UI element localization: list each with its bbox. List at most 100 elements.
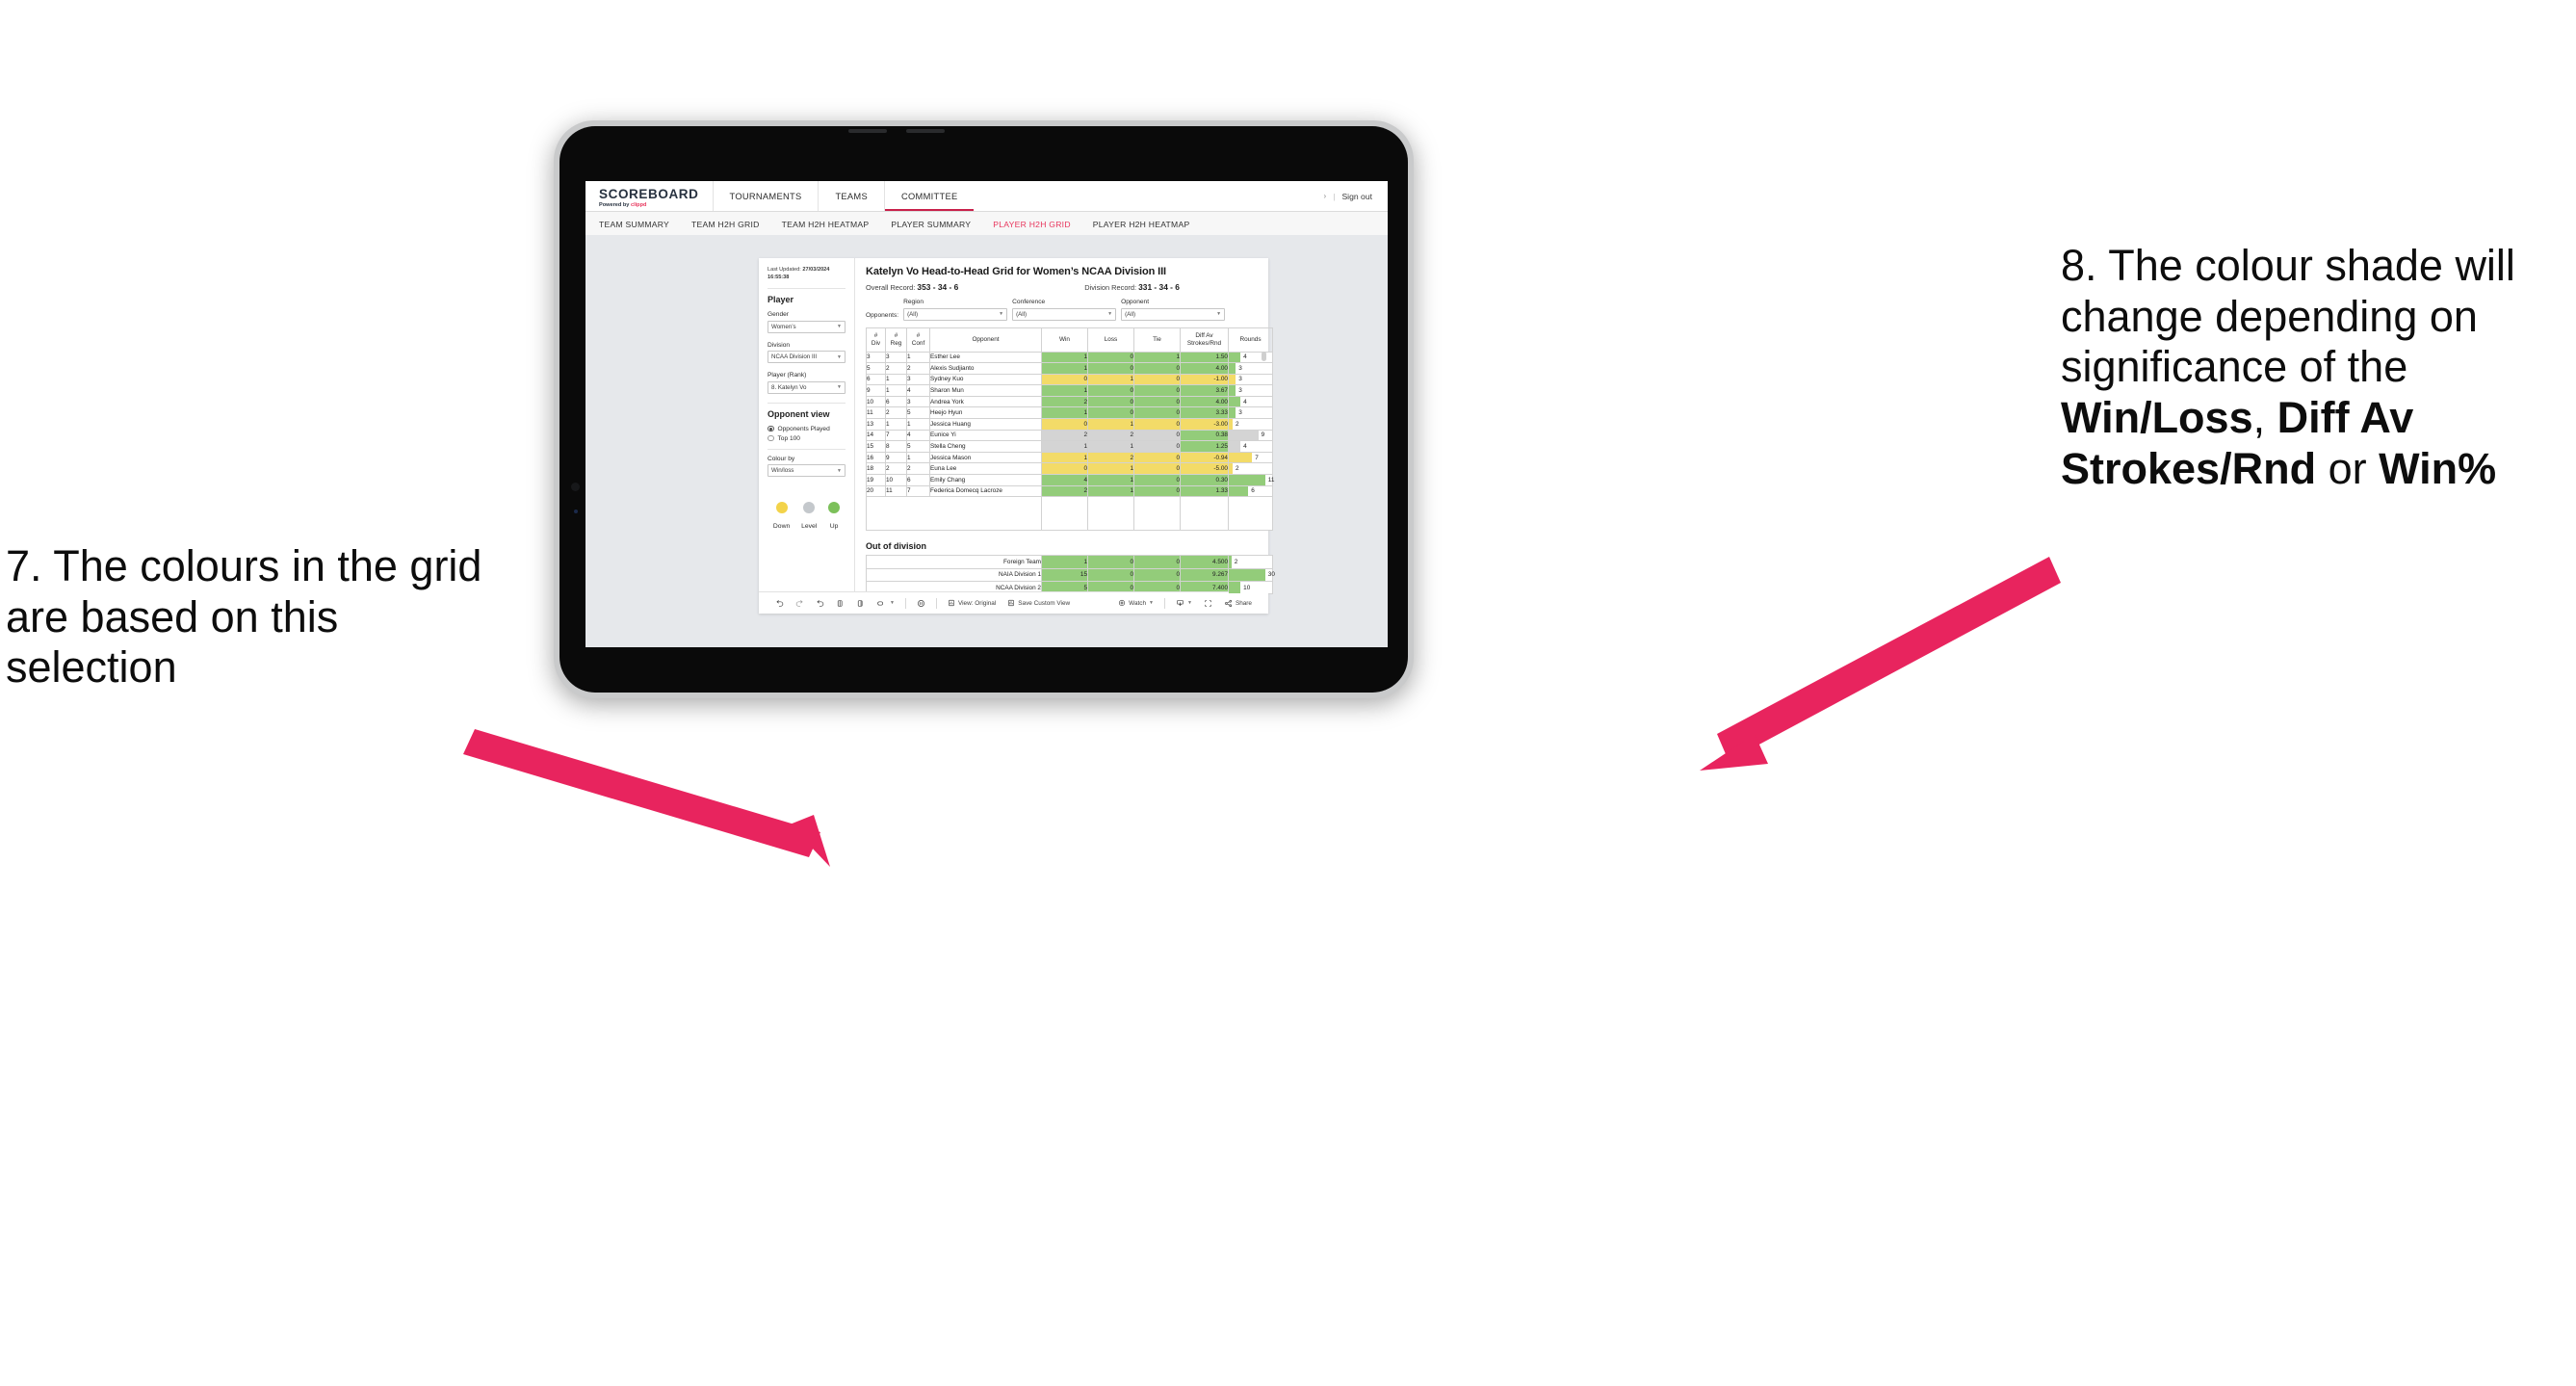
pause-refresh-button[interactable]	[911, 599, 931, 608]
col-loss[interactable]: Loss	[1087, 327, 1134, 353]
view-original-button[interactable]: View: Original	[942, 599, 1002, 607]
region-value: (All)	[907, 310, 919, 318]
cell-ood-loss: 0	[1087, 567, 1134, 583]
overall-record-value: 353 - 34 - 6	[917, 282, 959, 292]
cell-ood-win: 15	[1041, 567, 1088, 583]
top-nav-committee[interactable]: COMMITTEE	[883, 181, 975, 211]
col-opponent[interactable]: Opponent	[929, 327, 1042, 353]
cell-loss: 2	[1087, 451, 1134, 464]
top-nav-teams[interactable]: TEAMS	[818, 181, 884, 211]
share-button[interactable]: Share	[1218, 599, 1258, 608]
highlight-button[interactable]: ▼	[871, 599, 900, 608]
cell-win: 2	[1041, 484, 1088, 498]
save-custom-view-button[interactable]: Save Custom View	[1002, 599, 1076, 607]
cell-div: 13	[866, 418, 886, 431]
gender-select[interactable]: Women’s ▼	[768, 320, 846, 333]
table-row[interactable]: 11 2 5 Heejo Hyun 1 0 0 3.33 3	[866, 406, 1273, 420]
pause-button[interactable]	[850, 599, 871, 608]
table-row[interactable]: 13 1 1 Jessica Huang 0 1 0 -3.00 2	[866, 418, 1273, 431]
conference-filter: Conference (All) ▼	[1012, 299, 1117, 321]
cell-rounds: 6	[1228, 484, 1273, 498]
table-row[interactable]: 19 10 6 Emily Chang 4 1 0 0.30 11	[866, 474, 1274, 486]
cell-diff: 1.50	[1180, 351, 1229, 364]
col-reg[interactable]: # Reg	[885, 327, 907, 353]
refresh-button[interactable]	[830, 599, 850, 608]
cell-tie: 0	[1133, 451, 1181, 464]
table-row[interactable]: 20 11 7 Federica Domecq Lacroze 2 1 0 1.33 6	[866, 484, 1273, 498]
toolbar-divider-2	[935, 597, 937, 609]
table-row[interactable]: 6 1 3 Sydney Kuo 0 1 0 -1.00 3	[866, 373, 1273, 386]
cell-tie: 0	[1133, 395, 1181, 408]
cell-div: 3	[866, 351, 886, 364]
cell-div: 15	[866, 440, 886, 453]
table-row[interactable]: 5 2 2 Alexis Sudjianto 1 0 0 4.00 3	[866, 362, 1273, 375]
subnav-player-h2h-heatmap[interactable]: PLAYER H2H HEATMAP	[1093, 220, 1190, 229]
app-header: SCOREBOARD Powered by clippd TOURNAMENTS…	[585, 181, 1388, 211]
col-div[interactable]: # Div	[866, 327, 886, 353]
subnav-team-h2h-grid[interactable]: TEAM H2H GRID	[691, 220, 760, 229]
subnav-team-h2h-heatmap[interactable]: TEAM H2H HEATMAP	[782, 220, 870, 229]
watch-label: Watch	[1129, 599, 1147, 607]
cell-div: 9	[866, 384, 886, 397]
annotation-right-mid-2: or	[2316, 443, 2380, 493]
visualization-body: Last Updated: 27/03/2024 16:55:38 Player…	[759, 258, 1275, 595]
cell-loss: 2	[1087, 429, 1134, 442]
undo-button[interactable]	[769, 599, 790, 608]
h2h-grid-body: 3 3 1 Esther Lee 1 0 1 1.50 4 5 2 2 Alexis Sudjianto…	[866, 351, 1274, 532]
revert-button[interactable]	[810, 599, 830, 608]
radio-opponents-played[interactable]: Opponents Played	[768, 426, 846, 432]
subnav-player-h2h-grid[interactable]: PLAYER H2H GRID	[993, 220, 1070, 229]
region-filter: Region (All) ▼	[903, 299, 1008, 321]
table-row[interactable]: 15 8 5 Stella Cheng 1 1 0 1.25 4	[866, 440, 1273, 453]
table-row[interactable]: 16 9 1 Jessica Mason 1 2 0 -0.94 7	[866, 451, 1273, 464]
col-tie[interactable]: Tie	[1133, 327, 1181, 353]
table-row[interactable]: 18 2 2 Euna Lee 0 1 0 -5.00 2	[866, 462, 1273, 476]
app-logo: SCOREBOARD Powered by clippd	[585, 181, 713, 211]
logo-tagline-prefix: Powered by	[599, 202, 631, 208]
chevron-right-icon: ›	[1323, 192, 1327, 200]
division-record-value: 331 - 34 - 6	[1138, 282, 1180, 292]
col-rounds[interactable]: Rounds	[1228, 327, 1273, 353]
col-win[interactable]: Win	[1041, 327, 1088, 353]
top-nav-tournaments[interactable]: TOURNAMENTS	[712, 181, 819, 211]
download-button[interactable]: ▼	[1170, 599, 1198, 608]
chevron-down-icon: ▼	[837, 353, 842, 360]
col-diff-l1: Diff Av	[1195, 332, 1213, 340]
division-select[interactable]: NCAA Division III ▼	[768, 351, 846, 364]
table-row[interactable]: 10 6 3 Andrea York 2 0 0 4.00 4	[866, 395, 1273, 408]
legend-item-down: Down	[773, 502, 790, 530]
division-record-label: Division Record:	[1084, 283, 1137, 292]
region-select[interactable]: (All) ▼	[903, 307, 1008, 321]
cell-diff: 1.25	[1180, 440, 1229, 453]
colour-by-select[interactable]: Win/loss ▼	[768, 464, 846, 478]
table-row[interactable]: 3 3 1 Esther Lee 1 0 1 1.50 4	[866, 351, 1273, 364]
cell-diff: -1.00	[1180, 373, 1229, 386]
out-of-division-row[interactable]: Foreign Team 1 0 0 4.500 2	[866, 555, 1273, 569]
cell-reg: 8	[885, 440, 907, 453]
subnav-team-summary[interactable]: TEAM SUMMARY	[599, 220, 669, 229]
radio-top-100[interactable]: Top 100	[768, 435, 846, 442]
cell-ood-win: 1	[1041, 555, 1088, 569]
cell-loss: 1	[1087, 440, 1134, 453]
out-of-division-row[interactable]: NAIA Division 1 15 0 0 9.267 30	[866, 567, 1275, 583]
table-row[interactable]: 14 7 4 Eunice Yi 2 2 0 0.38 9	[866, 429, 1273, 442]
last-updated-date: 27/03/2024	[802, 267, 830, 273]
sidebar-divider-2	[768, 402, 846, 404]
sign-out-area[interactable]: › | Sign out	[1324, 181, 1388, 211]
table-row[interactable]: 9 1 4 Sharon Mun 1 0 0 3.67 3	[866, 384, 1273, 397]
fullscreen-button[interactable]	[1198, 599, 1218, 608]
player-rank-select[interactable]: 8. Katelyn Vo ▼	[768, 380, 846, 394]
cell-diff: 4.00	[1180, 395, 1229, 408]
sign-out-link[interactable]: Sign out	[1341, 192, 1372, 201]
cell-diff: -3.00	[1180, 418, 1229, 431]
col-conf[interactable]: # Conf	[906, 327, 930, 353]
conference-select[interactable]: (All) ▼	[1012, 307, 1117, 321]
vertical-scrollbar[interactable]	[1262, 351, 1266, 361]
watch-button[interactable]: Watch ▼	[1112, 599, 1159, 607]
subnav-player-summary[interactable]: PLAYER SUMMARY	[891, 220, 971, 229]
tablet-screen: SCOREBOARD Powered by clippd TOURNAMENTS…	[585, 181, 1388, 647]
redo-button[interactable]	[790, 599, 810, 608]
opponent-select[interactable]: (All) ▼	[1121, 307, 1226, 321]
col-diff[interactable]: Diff Av Strokes/Rnd	[1180, 327, 1229, 353]
chevron-down-icon: ▼	[837, 324, 842, 330]
